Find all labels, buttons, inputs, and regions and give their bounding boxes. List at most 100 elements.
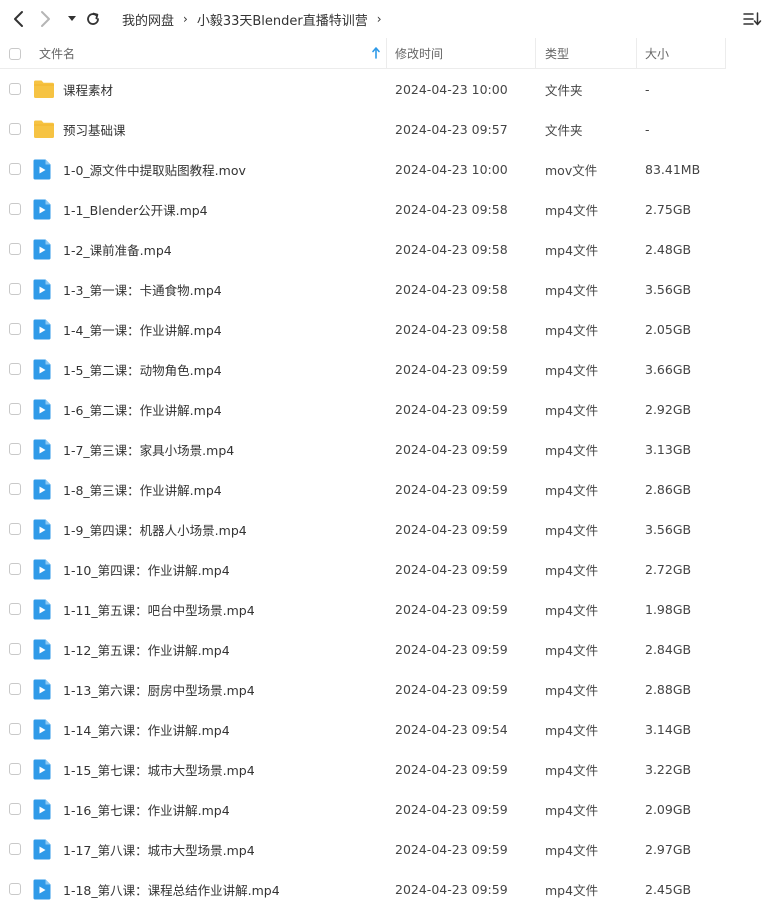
chevron-right-icon (41, 11, 50, 27)
row-checkbox[interactable] (9, 109, 21, 149)
video-file-icon (33, 469, 51, 509)
breadcrumb-item-root[interactable]: 我的网盘 (122, 10, 174, 29)
file-type: mp4文件 (545, 482, 599, 498)
row-checkbox[interactable] (9, 149, 21, 189)
row-checkbox[interactable] (9, 349, 21, 389)
file-modified-time: 2024-04-23 10:00 (395, 81, 508, 97)
refresh-button[interactable] (84, 9, 102, 29)
forward-button[interactable] (38, 9, 54, 29)
file-row[interactable]: 1-15_第七课：城市大型场景.mp4 2024-04-23 09:59 mp4文件… (0, 749, 769, 789)
breadcrumb-separator-icon: › (183, 12, 188, 26)
file-row[interactable]: 1-12_第五课：作业讲解.mp4 2024-04-23 09:59 mp4文件 2.… (0, 629, 769, 669)
file-name[interactable]: 1-0_源文件中提取贴图教程.mov (63, 149, 246, 189)
file-modified-time: 2024-04-23 09:57 (395, 121, 508, 137)
file-row[interactable]: 1-2_课前准备.mp4 2024-04-23 09:58 mp4文件 2.48GB (0, 229, 769, 269)
file-row[interactable]: 1-13_第六课：厨房中型场景.mp4 2024-04-23 09:59 mp4文件… (0, 669, 769, 709)
row-checkbox[interactable] (9, 189, 21, 229)
file-type: mp4文件 (545, 762, 599, 778)
file-row[interactable]: 1-3_第一课：卡通食物.mp4 2024-04-23 09:58 mp4文件 3.5… (0, 269, 769, 309)
column-header-modified[interactable]: 修改时间 (395, 38, 530, 69)
video-file-icon (33, 869, 51, 909)
file-modified-time: 2024-04-23 10:00 (395, 161, 508, 177)
row-checkbox[interactable] (9, 389, 21, 429)
file-name[interactable]: 1-12_第五课：作业讲解.mp4 (63, 629, 230, 669)
file-name[interactable]: 1-10_第四课：作业讲解.mp4 (63, 549, 230, 589)
toolbar: 我的网盘 › 小毅33天Blender直播特训营 › (0, 0, 769, 38)
row-checkbox[interactable] (9, 669, 21, 709)
file-row[interactable]: 1-6_第二课：作业讲解.mp4 2024-04-23 09:59 mp4文件 2.9… (0, 389, 769, 429)
history-dropdown-button[interactable] (66, 9, 78, 29)
file-name[interactable]: 1-11_第五课：吧台中型场景.mp4 (63, 589, 255, 629)
column-header-name[interactable]: 文件名 (39, 38, 384, 69)
file-row[interactable]: 1-7_第三课：家具小场景.mp4 2024-04-23 09:59 mp4文件 3.… (0, 429, 769, 469)
row-checkbox[interactable] (9, 789, 21, 829)
row-checkbox[interactable] (9, 229, 21, 269)
file-name[interactable]: 预习基础课 (63, 109, 126, 149)
file-row[interactable]: 1-16_第七课：作业讲解.mp4 2024-04-23 09:59 mp4文件 2.… (0, 789, 769, 829)
file-name[interactable]: 1-9_第四课：机器人小场景.mp4 (63, 509, 247, 549)
row-checkbox[interactable] (9, 269, 21, 309)
row-checkbox[interactable] (9, 69, 21, 109)
file-type: 文件夹 (545, 122, 583, 138)
file-name[interactable]: 1-16_第七课：作业讲解.mp4 (63, 789, 230, 829)
file-name[interactable]: 1-5_第二课：动物角色.mp4 (63, 349, 222, 389)
file-name[interactable]: 1-2_课前准备.mp4 (63, 229, 172, 269)
breadcrumb-separator-icon: › (376, 12, 382, 26)
file-type: mp4文件 (545, 722, 599, 738)
file-row[interactable]: 1-9_第四课：机器人小场景.mp4 2024-04-23 09:59 mp4文件 3… (0, 509, 769, 549)
file-name[interactable]: 1-8_第三课：作业讲解.mp4 (63, 469, 222, 509)
row-checkbox[interactable] (9, 629, 21, 669)
file-type: mp4文件 (545, 402, 599, 418)
file-size: 1.98GB (645, 601, 692, 617)
file-name[interactable]: 1-17_第八课：城市大型场景.mp4 (63, 829, 255, 869)
column-divider (636, 38, 637, 69)
file-name[interactable]: 1-7_第三课：家具小场景.mp4 (63, 429, 234, 469)
file-name[interactable]: 1-6_第二课：作业讲解.mp4 (63, 389, 222, 429)
file-name[interactable]: 课程素材 (63, 69, 113, 109)
file-name[interactable]: 1-3_第一课：卡通食物.mp4 (63, 269, 222, 309)
back-button[interactable] (10, 9, 26, 29)
file-name[interactable]: 1-13_第六课：厨房中型场景.mp4 (63, 669, 255, 709)
file-row[interactable]: 1-10_第四课：作业讲解.mp4 2024-04-23 09:59 mp4文件 2.… (0, 549, 769, 589)
file-name[interactable]: 1-1_Blender公开课.mp4 (63, 189, 208, 229)
caret-down-icon (68, 16, 76, 21)
file-name[interactable]: 1-4_第一课：作业讲解.mp4 (63, 309, 222, 349)
file-modified-time: 2024-04-23 09:59 (395, 681, 508, 697)
file-name[interactable]: 1-15_第七课：城市大型场景.mp4 (63, 749, 255, 789)
row-checkbox[interactable] (9, 469, 21, 509)
row-checkbox[interactable] (9, 749, 21, 789)
file-name[interactable]: 1-14_第六课：作业讲解.mp4 (63, 709, 230, 749)
file-row[interactable]: 1-18_第八课：课程总结作业讲解.mp4 2024-04-23 09:59 mp4… (0, 869, 769, 909)
file-row[interactable]: 1-17_第八课：城市大型场景.mp4 2024-04-23 09:59 mp4文件… (0, 829, 769, 869)
file-row[interactable]: 1-1_Blender公开课.mp4 2024-04-23 09:58 mp4文件 2… (0, 189, 769, 229)
file-row[interactable]: 1-5_第二课：动物角色.mp4 2024-04-23 09:59 mp4文件 3.6… (0, 349, 769, 389)
file-size: 2.48GB (645, 241, 692, 257)
file-row[interactable]: 1-4_第一课：作业讲解.mp4 2024-04-23 09:58 mp4文件 2.0… (0, 309, 769, 349)
file-row[interactable]: 预习基础课 2024-04-23 09:57 文件夹 - (0, 109, 769, 149)
file-row[interactable]: 1-14_第六课：作业讲解.mp4 2024-04-23 09:54 mp4文件 3.… (0, 709, 769, 749)
row-checkbox[interactable] (9, 429, 21, 469)
folder-icon (33, 109, 55, 149)
file-type: mp4文件 (545, 642, 599, 658)
row-checkbox[interactable] (9, 589, 21, 629)
file-row[interactable]: 1-11_第五课：吧台中型场景.mp4 2024-04-23 09:59 mp4文件… (0, 589, 769, 629)
column-header-type[interactable]: 类型 (545, 38, 630, 69)
row-checkbox[interactable] (9, 869, 21, 909)
row-checkbox[interactable] (9, 509, 21, 549)
file-row[interactable]: 1-8_第三课：作业讲解.mp4 2024-04-23 09:59 mp4文件 2.8… (0, 469, 769, 509)
file-name[interactable]: 1-18_第八课：课程总结作业讲解.mp4 (63, 869, 280, 909)
row-checkbox[interactable] (9, 709, 21, 749)
row-checkbox[interactable] (9, 829, 21, 869)
row-checkbox[interactable] (9, 309, 21, 349)
file-modified-time: 2024-04-23 09:59 (395, 881, 508, 897)
column-header-row: 文件名 修改时间 类型 大小 (0, 38, 769, 69)
row-checkbox[interactable] (9, 549, 21, 589)
file-row[interactable]: 1-0_源文件中提取贴图教程.mov 2024-04-23 10:00 mov文件 8… (0, 149, 769, 189)
video-file-icon (33, 189, 51, 229)
column-header-size[interactable]: 大小 (645, 38, 720, 69)
file-size: 83.41MB (645, 161, 701, 177)
breadcrumb-item-current[interactable]: 小毅33天Blender直播特训营 (197, 10, 368, 29)
file-row[interactable]: 课程素材 2024-04-23 10:00 文件夹 - (0, 69, 769, 109)
select-all-checkbox[interactable] (9, 38, 21, 69)
sort-menu-button[interactable] (742, 10, 762, 28)
